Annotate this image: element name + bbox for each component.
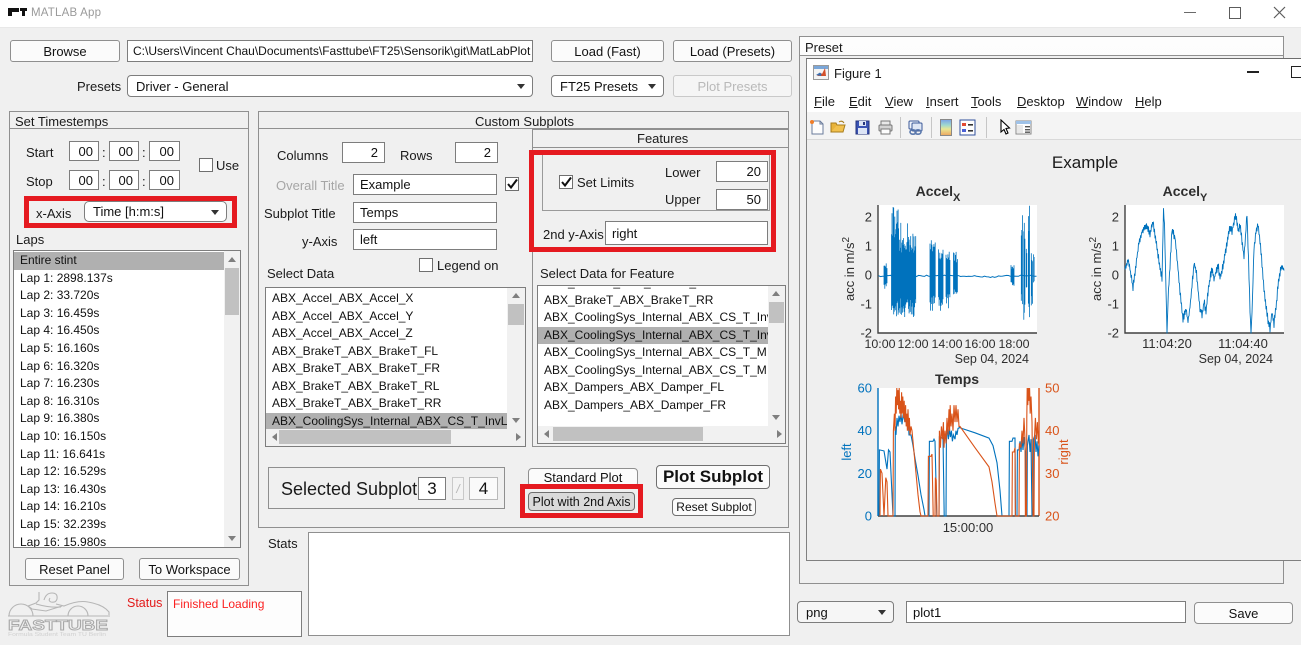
svg-text:Sep 04, 2024: Sep 04, 2024 [1199,352,1273,366]
svg-text:18:00: 18:00 [998,337,1029,351]
svg-text:0: 0 [865,509,872,524]
svg-text:14:00: 14:00 [931,337,962,351]
svg-text:Example: Example [1052,153,1118,172]
svg-text:Y: Y [1200,192,1208,204]
svg-text:-2: -2 [1107,326,1119,341]
svg-text:11:04:40: 11:04:40 [1218,336,1268,351]
svg-text:0: 0 [865,268,872,283]
svg-text:-1: -1 [860,297,872,312]
svg-text:Temps: Temps [935,371,979,387]
svg-text:-1: -1 [1107,297,1119,312]
svg-text:30: 30 [1045,466,1059,481]
svg-text:50: 50 [1045,380,1059,395]
svg-text:acc in m/s2: acc in m/s2 [1088,237,1104,302]
svg-text:X: X [953,192,961,204]
svg-text:20: 20 [1045,509,1059,524]
svg-text:16:00: 16:00 [964,337,995,351]
svg-text:15:00:00: 15:00:00 [943,520,994,535]
svg-text:Formula Student Team TU Berlin: Formula Student Team TU Berlin [8,632,106,638]
svg-text:0: 0 [1112,268,1119,283]
svg-text:11:04:20: 11:04:20 [1142,336,1192,351]
svg-text:20: 20 [858,466,872,481]
svg-text:right: right [1056,439,1071,465]
svg-text:Sep 04, 2024: Sep 04, 2024 [955,352,1029,366]
svg-text:Accel: Accel [916,183,953,199]
svg-text:40: 40 [1045,423,1059,438]
svg-text:40: 40 [858,423,872,438]
svg-text:acc in m/s2: acc in m/s2 [841,237,857,302]
svg-text:60: 60 [858,381,872,396]
svg-text:10:00: 10:00 [864,337,895,351]
svg-text:left: left [839,443,854,461]
svg-text:Accel: Accel [1163,183,1200,199]
svg-text:2: 2 [865,210,872,225]
svg-text:1: 1 [1112,239,1119,254]
svg-text:1: 1 [865,239,872,254]
svg-text:12:00: 12:00 [897,337,928,351]
svg-text:2: 2 [1112,210,1119,225]
